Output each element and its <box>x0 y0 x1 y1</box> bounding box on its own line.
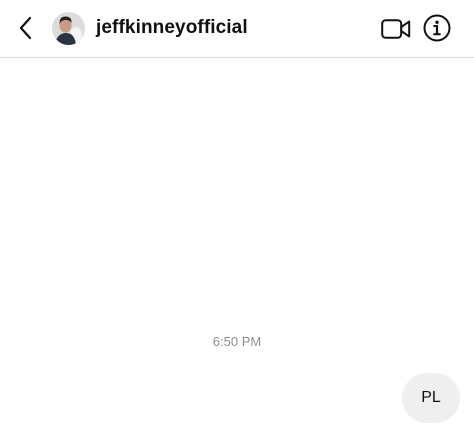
thread-username[interactable]: jeffkinneyofficial <box>96 16 248 40</box>
video-call-button[interactable] <box>380 13 412 45</box>
thread-header: jeffkinneyofficial <box>0 0 474 58</box>
direct-message-thread: jeffkinneyofficial 6:50 PM PL <box>0 0 474 428</box>
chevron-left-icon <box>19 16 32 40</box>
sent-message-bubble[interactable]: PL <box>402 373 460 423</box>
message-list: 6:50 PM PL <box>0 59 474 428</box>
back-button[interactable] <box>10 12 40 44</box>
video-camera-icon <box>381 19 411 39</box>
message-timestamp: 6:50 PM <box>212 334 262 349</box>
profile-photo-icon <box>52 12 85 45</box>
avatar[interactable] <box>52 12 85 45</box>
info-icon <box>423 14 451 42</box>
info-button[interactable] <box>422 13 452 43</box>
